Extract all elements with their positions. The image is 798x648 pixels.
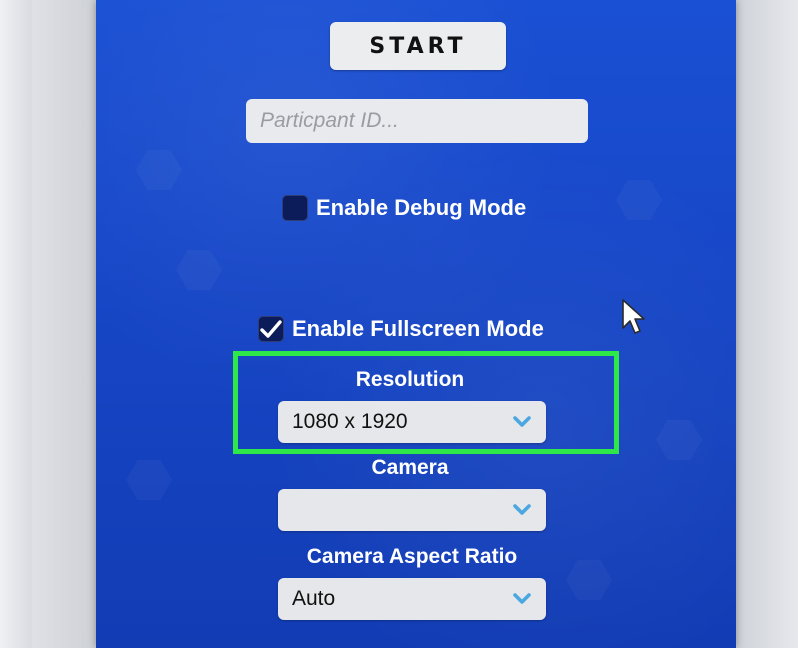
resolution-selected-value: 1080 x 1920 — [292, 410, 408, 433]
camera-dropdown[interactable] — [278, 489, 546, 531]
debug-mode-checkbox[interactable] — [282, 195, 308, 221]
mouse-cursor-icon — [620, 298, 646, 343]
camera-aspect-ratio-selected-value: Auto — [292, 587, 336, 610]
start-button[interactable]: START — [330, 22, 506, 70]
participant-id-input[interactable] — [246, 99, 588, 143]
background-hexagon — [656, 420, 702, 460]
chevron-down-icon — [512, 415, 532, 429]
check-icon — [260, 319, 282, 339]
screen: START Enable Debug Mode Enable Fullscree… — [0, 0, 798, 648]
chevron-down-icon — [512, 592, 532, 606]
resolution-dropdown[interactable]: 1080 x 1920 — [278, 401, 546, 443]
fullscreen-mode-label: Enable Fullscreen Mode — [292, 316, 544, 341]
camera-aspect-ratio-dropdown[interactable]: Auto — [278, 578, 546, 620]
debug-mode-toggle[interactable]: Enable Debug Mode — [282, 195, 526, 221]
resolution-label: Resolution — [355, 368, 465, 391]
chevron-down-icon — [512, 503, 532, 517]
camera-aspect-ratio-label: Camera Aspect Ratio — [306, 545, 518, 568]
debug-mode-label: Enable Debug Mode — [316, 195, 527, 220]
fullscreen-mode-checkbox[interactable] — [258, 316, 284, 342]
monitor-bezel-left — [0, 0, 32, 648]
camera-label: Camera — [371, 456, 449, 479]
background-hexagon — [176, 250, 222, 290]
monitor-bezel-right — [736, 0, 798, 648]
background-hexagon — [616, 180, 662, 220]
fullscreen-mode-toggle[interactable]: Enable Fullscreen Mode — [258, 316, 544, 342]
background-hexagon — [136, 150, 182, 190]
